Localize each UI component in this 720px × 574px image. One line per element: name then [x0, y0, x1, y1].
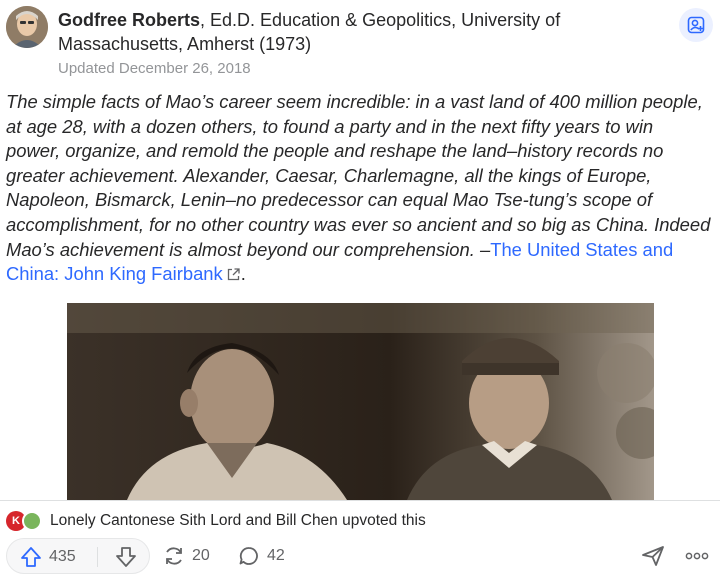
quote-trailing: .: [240, 263, 246, 285]
follow-button[interactable]: [679, 8, 713, 42]
more-options-button[interactable]: [682, 541, 712, 571]
downvote-arrow-icon: [116, 547, 136, 567]
upvoter-avatar-2: [22, 511, 42, 531]
downvote-button[interactable]: [111, 542, 141, 572]
upvoter-avatars: K: [6, 510, 44, 532]
vote-pill: 435: [6, 538, 150, 574]
more-dots-icon: [685, 552, 709, 560]
author-avatar[interactable]: [6, 6, 48, 48]
comment-count: 42: [267, 547, 285, 564]
upvoter-avatar-1-initials: K: [12, 515, 20, 527]
updated-timestamp[interactable]: Updated December 26, 2018: [58, 60, 251, 77]
share-icon: [166, 547, 182, 565]
upvote-arrow-icon: [21, 547, 41, 567]
author-avatar-image: [6, 6, 48, 48]
author-name[interactable]: Godfree Roberts: [58, 10, 200, 30]
author-line: Godfree Roberts, Ed.D. Education & Geopo…: [58, 8, 658, 56]
upvoters-row[interactable]: K Lonely Cantonese Sith Lord and Bill Ch…: [6, 509, 426, 533]
external-link-icon: [227, 268, 240, 281]
vote-separator: [97, 547, 98, 567]
quote-text: The simple facts of Mao’s career seem in…: [6, 91, 711, 260]
historical-photo-image: [67, 303, 654, 500]
follow-person-icon: [687, 16, 705, 34]
comment-icon: [239, 547, 258, 565]
answer-header: Godfree Roberts, Ed.D. Education & Geopo…: [0, 0, 720, 84]
action-bar: 435 20 42: [0, 538, 720, 574]
upvote-button[interactable]: 435: [19, 542, 76, 572]
answer-photo[interactable]: [67, 303, 654, 500]
upvoters-text: Lonely Cantonese Sith Lord and Bill Chen…: [50, 512, 426, 529]
send-icon: [642, 546, 664, 566]
share-button[interactable]: 20: [162, 541, 210, 571]
answer-quote: The simple facts of Mao’s career seem in…: [6, 90, 712, 287]
divider: [0, 500, 720, 501]
comment-button[interactable]: 42: [237, 541, 285, 571]
share-count: 20: [192, 547, 210, 564]
upvote-count: 435: [49, 548, 76, 565]
send-button[interactable]: [638, 541, 668, 571]
